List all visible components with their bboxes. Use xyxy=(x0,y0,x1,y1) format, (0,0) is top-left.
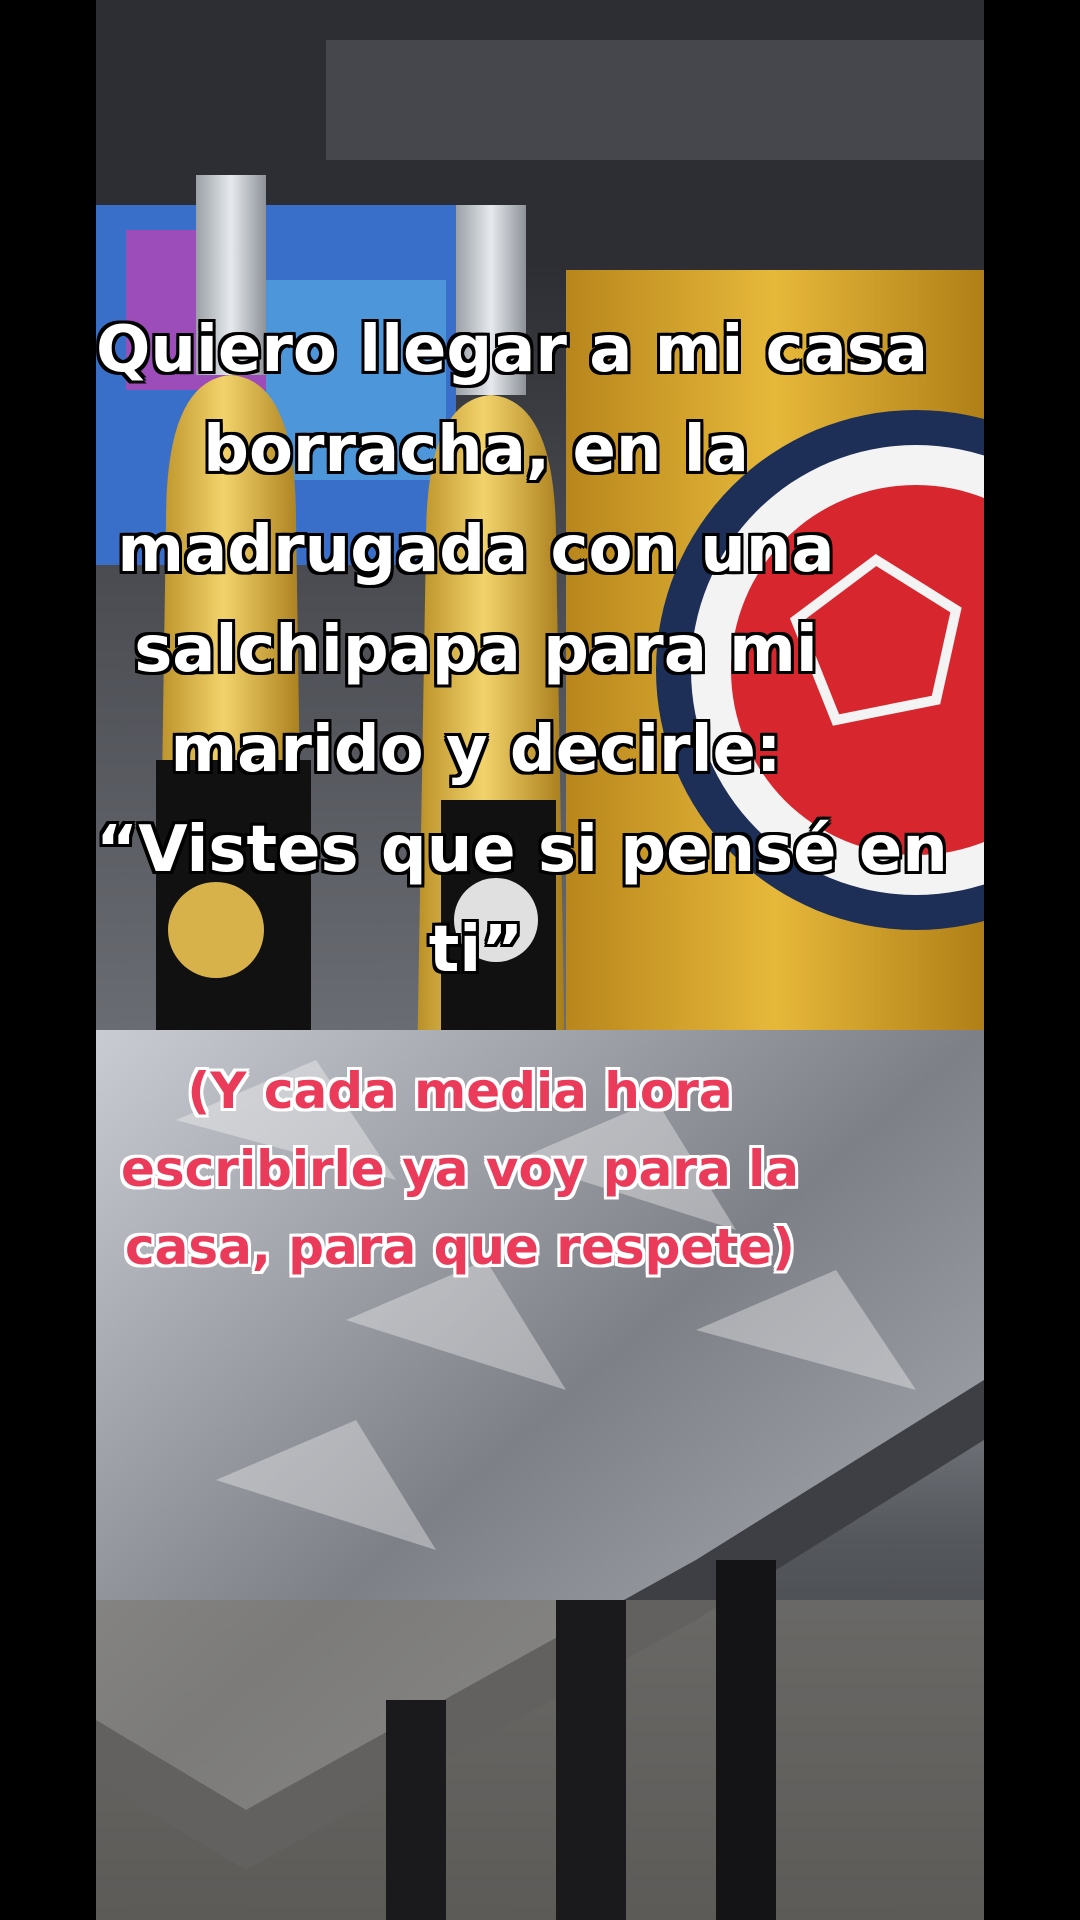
table-leg xyxy=(556,1600,626,1920)
table-leg xyxy=(716,1560,776,1920)
caption-sub: (Y cada media hora escribirle ya voy par… xyxy=(100,1052,820,1286)
caption-sub-line: escribirle ya voy para la xyxy=(120,1140,800,1198)
caption-main-line: ti” xyxy=(428,913,524,987)
caption-main-line: borracha, en la xyxy=(203,413,749,487)
caption-main-line: “Vistes que si pensé en xyxy=(96,813,948,887)
table-leg xyxy=(386,1700,446,1920)
floor xyxy=(96,1600,984,1920)
caption-main-line: marido y decirle: xyxy=(170,713,782,787)
caption-main-line: salchipapa para mi xyxy=(134,613,818,687)
caption-main-line: madrugada con una xyxy=(117,513,835,587)
caption-main-line: Quiero llegar a mi casa xyxy=(96,313,929,387)
caption-main: Quiero llegar a mi casa borracha, en la … xyxy=(96,300,948,1000)
caption-sub-line: casa, para que respete) xyxy=(124,1218,796,1276)
left-letterbox xyxy=(0,0,96,1920)
right-letterbox xyxy=(984,0,1080,1920)
caption-sub-line: (Y cada media hora xyxy=(187,1062,733,1120)
